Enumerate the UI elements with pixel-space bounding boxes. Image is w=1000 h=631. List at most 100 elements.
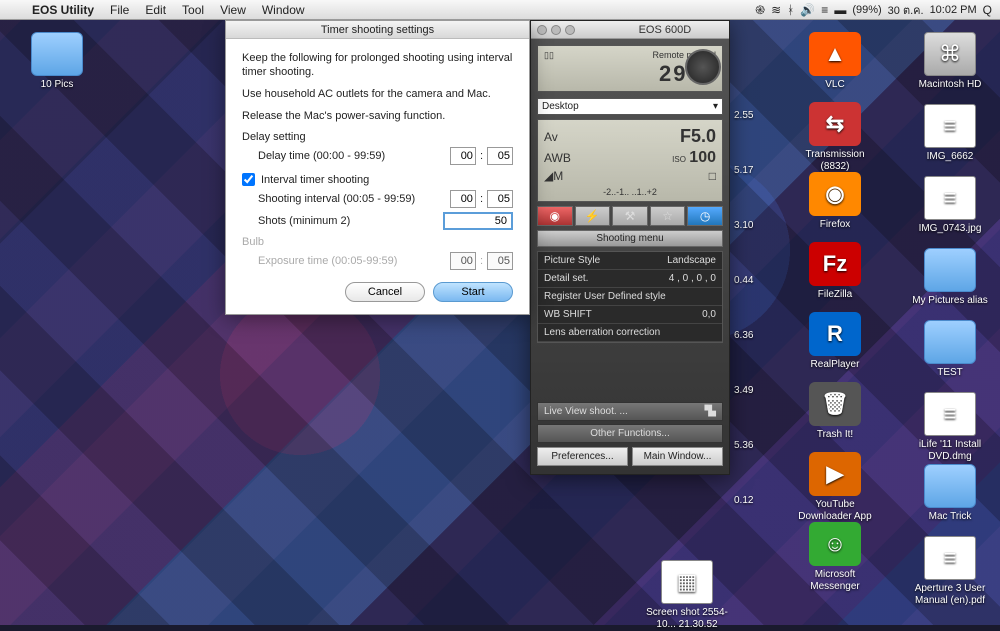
dialog-intro3: Release the Mac's power-saving function. [242,109,513,123]
app-microsoft-messenger[interactable]: ☺Microsoft Messenger [790,522,880,593]
shooting-interval-label: Shooting interval (00:05 - 99:59) [258,193,450,205]
battery-text: (99%) [852,4,881,16]
edge-number: 2.55 [734,110,753,121]
tab-timer[interactable]: ◷ [687,206,723,226]
edge-number: 0.12 [734,495,753,506]
other-functions-button[interactable]: Other Functions... [537,424,723,443]
edge-number: 3.10 [734,220,753,231]
close-icon[interactable] [537,25,547,35]
dialog-intro2: Use household AC outlets for the camera … [242,87,513,101]
desktop-test[interactable]: TEST [905,320,995,379]
camera-control-panel: EOS 600D ▯▯Remote manual 2904 Desktop ▾ … [530,20,730,475]
live-view-button[interactable]: Live View shoot. ...▝▙ [537,402,723,421]
shooting-menu-item[interactable]: Detail set.4 , 0 , 0 , 0 [538,270,722,288]
app-youtube-downloader-app[interactable]: ▶YouTube Downloader App [790,452,880,523]
edge-number: 0.44 [734,275,753,286]
flag-icon[interactable]: ≡ [821,3,828,17]
delay-seconds-input[interactable] [487,147,513,165]
folder-10pics[interactable]: 10 Pics [12,32,102,91]
desktop-ilife-11-install-dvd-dmg[interactable]: ≡iLife '11 Install DVD.dmg [905,392,995,463]
menubar-date[interactable]: 30 ต.ค. [888,1,924,19]
camera-title: EOS 600D [639,24,692,36]
app-filezilla[interactable]: FzFileZilla [790,242,880,301]
interval-seconds-input[interactable] [487,190,513,208]
exposure-seconds-input [487,252,513,270]
shooting-mode[interactable]: Av [544,130,558,144]
metering-mode[interactable]: ◢M [544,169,563,183]
minimize-icon[interactable] [551,25,561,35]
menu-tool[interactable]: Tool [174,3,212,17]
menu-edit[interactable]: Edit [137,3,174,17]
desktop-my-pictures-alias[interactable]: My Pictures alias [905,248,995,307]
desktop-mac-trick[interactable]: Mac Trick [905,464,995,523]
shots-input[interactable] [443,212,513,230]
camera-lcd-settings: AvF5.0 AWBISO 100 ◢M□ -2..-1.. ..1..+2 [537,119,723,202]
iso-value[interactable]: 100 [689,149,716,166]
wave-status-icon[interactable]: ≋ [771,3,781,17]
delay-time-label: Delay time (00:00 - 99:59) [258,150,450,162]
menu-file[interactable]: File [102,3,137,17]
volume-icon[interactable]: 🔊 [800,3,815,17]
dialog-title: Timer shooting settings [226,21,529,39]
spiral-status-icon[interactable]: ֎ [755,1,765,18]
app-transmission-8832-[interactable]: ⇆Transmission (8832) [790,102,880,173]
shooting-menu-header: Shooting menu [537,230,723,247]
edge-number: 6.36 [734,330,753,341]
tab-tools[interactable]: ⚒ [612,206,648,226]
app-vlc[interactable]: ▲VLC [790,32,880,91]
interval-timer-checkbox[interactable] [242,173,255,186]
shooting-menu-list: Picture StyleLandscapeDetail set.4 , 0 ,… [537,251,723,343]
timer-settings-dialog: Timer shooting settings Keep the followi… [225,20,530,315]
battery-icon[interactable]: ▬ [834,3,846,17]
tab-star[interactable]: ☆ [650,206,686,226]
shooting-menu-item[interactable]: Picture StyleLandscape [538,252,722,270]
screenshot-file[interactable]: ▦ Screen shot 2554-10... 21.30.52 [642,560,732,631]
camera-small-icon: ▝▙ [701,406,716,417]
function-tabs: ◉ ⚡ ⚒ ☆ ◷ [537,206,723,226]
exposure-minutes-input [450,252,476,270]
preferences-button[interactable]: Preferences... [537,447,628,466]
ev-scale[interactable]: -2..-1.. ..1..+2 [544,187,716,197]
dialog-intro1: Keep the following for prolonged shootin… [242,51,513,79]
desktop-macintosh-hd[interactable]: ⌘Macintosh HD [905,32,995,91]
tab-flash[interactable]: ⚡ [575,206,611,226]
edge-number: 5.36 [734,440,753,451]
desktop-img-0743-jpg[interactable]: ≡IMG_0743.jpg [905,176,995,235]
drive-mode[interactable]: □ [709,169,716,183]
white-balance[interactable]: AWB [544,151,571,165]
edge-number: 3.49 [734,385,753,396]
folder-browse-icon[interactable]: ▾ [713,101,718,112]
desktop-aperture-3-user-manual-en-pdf[interactable]: ≡Aperture 3 User Manual (en).pdf [905,536,995,607]
desktop-img-6662[interactable]: ≡IMG_6662 [905,104,995,163]
menubar-time[interactable]: 10:02 PM [930,4,977,16]
mode-dial[interactable] [685,49,721,85]
main-window-button[interactable]: Main Window... [632,447,723,466]
app-trash-it-[interactable]: 🗑Trash It! [790,382,880,441]
interval-minutes-input[interactable] [450,190,476,208]
app-name[interactable]: EOS Utility [24,3,102,17]
shooting-menu-item[interactable]: Register User Defined style [538,288,722,306]
zoom-icon[interactable] [565,25,575,35]
start-button[interactable]: Start [433,282,513,302]
shots-label: Shots (minimum 2) [258,215,443,227]
shooting-menu-item[interactable]: WB SHIFT0,0 [538,306,722,324]
cancel-button[interactable]: Cancel [345,282,425,302]
interval-check-label: Interval timer shooting [261,174,369,186]
tab-camera[interactable]: ◉ [537,206,573,226]
shooting-menu-item[interactable]: Lens aberration correction [538,324,722,342]
edge-number: 5.17 [734,165,753,176]
menubar: EOS Utility File Edit Tool View Window ֎… [0,0,1000,20]
menu-view[interactable]: View [212,3,254,17]
delay-section-label: Delay setting [242,131,513,143]
bluetooth-icon[interactable]: ᚼ [787,3,794,17]
delay-minutes-input[interactable] [450,147,476,165]
folder-icon [31,32,83,76]
app-realplayer[interactable]: RRealPlayer [790,312,880,371]
spotlight-icon[interactable]: Q [983,3,992,17]
exposure-time-label: Exposure time (00:05-99:59) [258,255,450,267]
menu-window[interactable]: Window [254,3,313,17]
aperture-value[interactable]: F5.0 [680,126,716,147]
destination-folder[interactable]: Desktop [542,101,579,112]
app-firefox[interactable]: ◉Firefox [790,172,880,231]
bulb-section-label: Bulb [242,236,513,248]
